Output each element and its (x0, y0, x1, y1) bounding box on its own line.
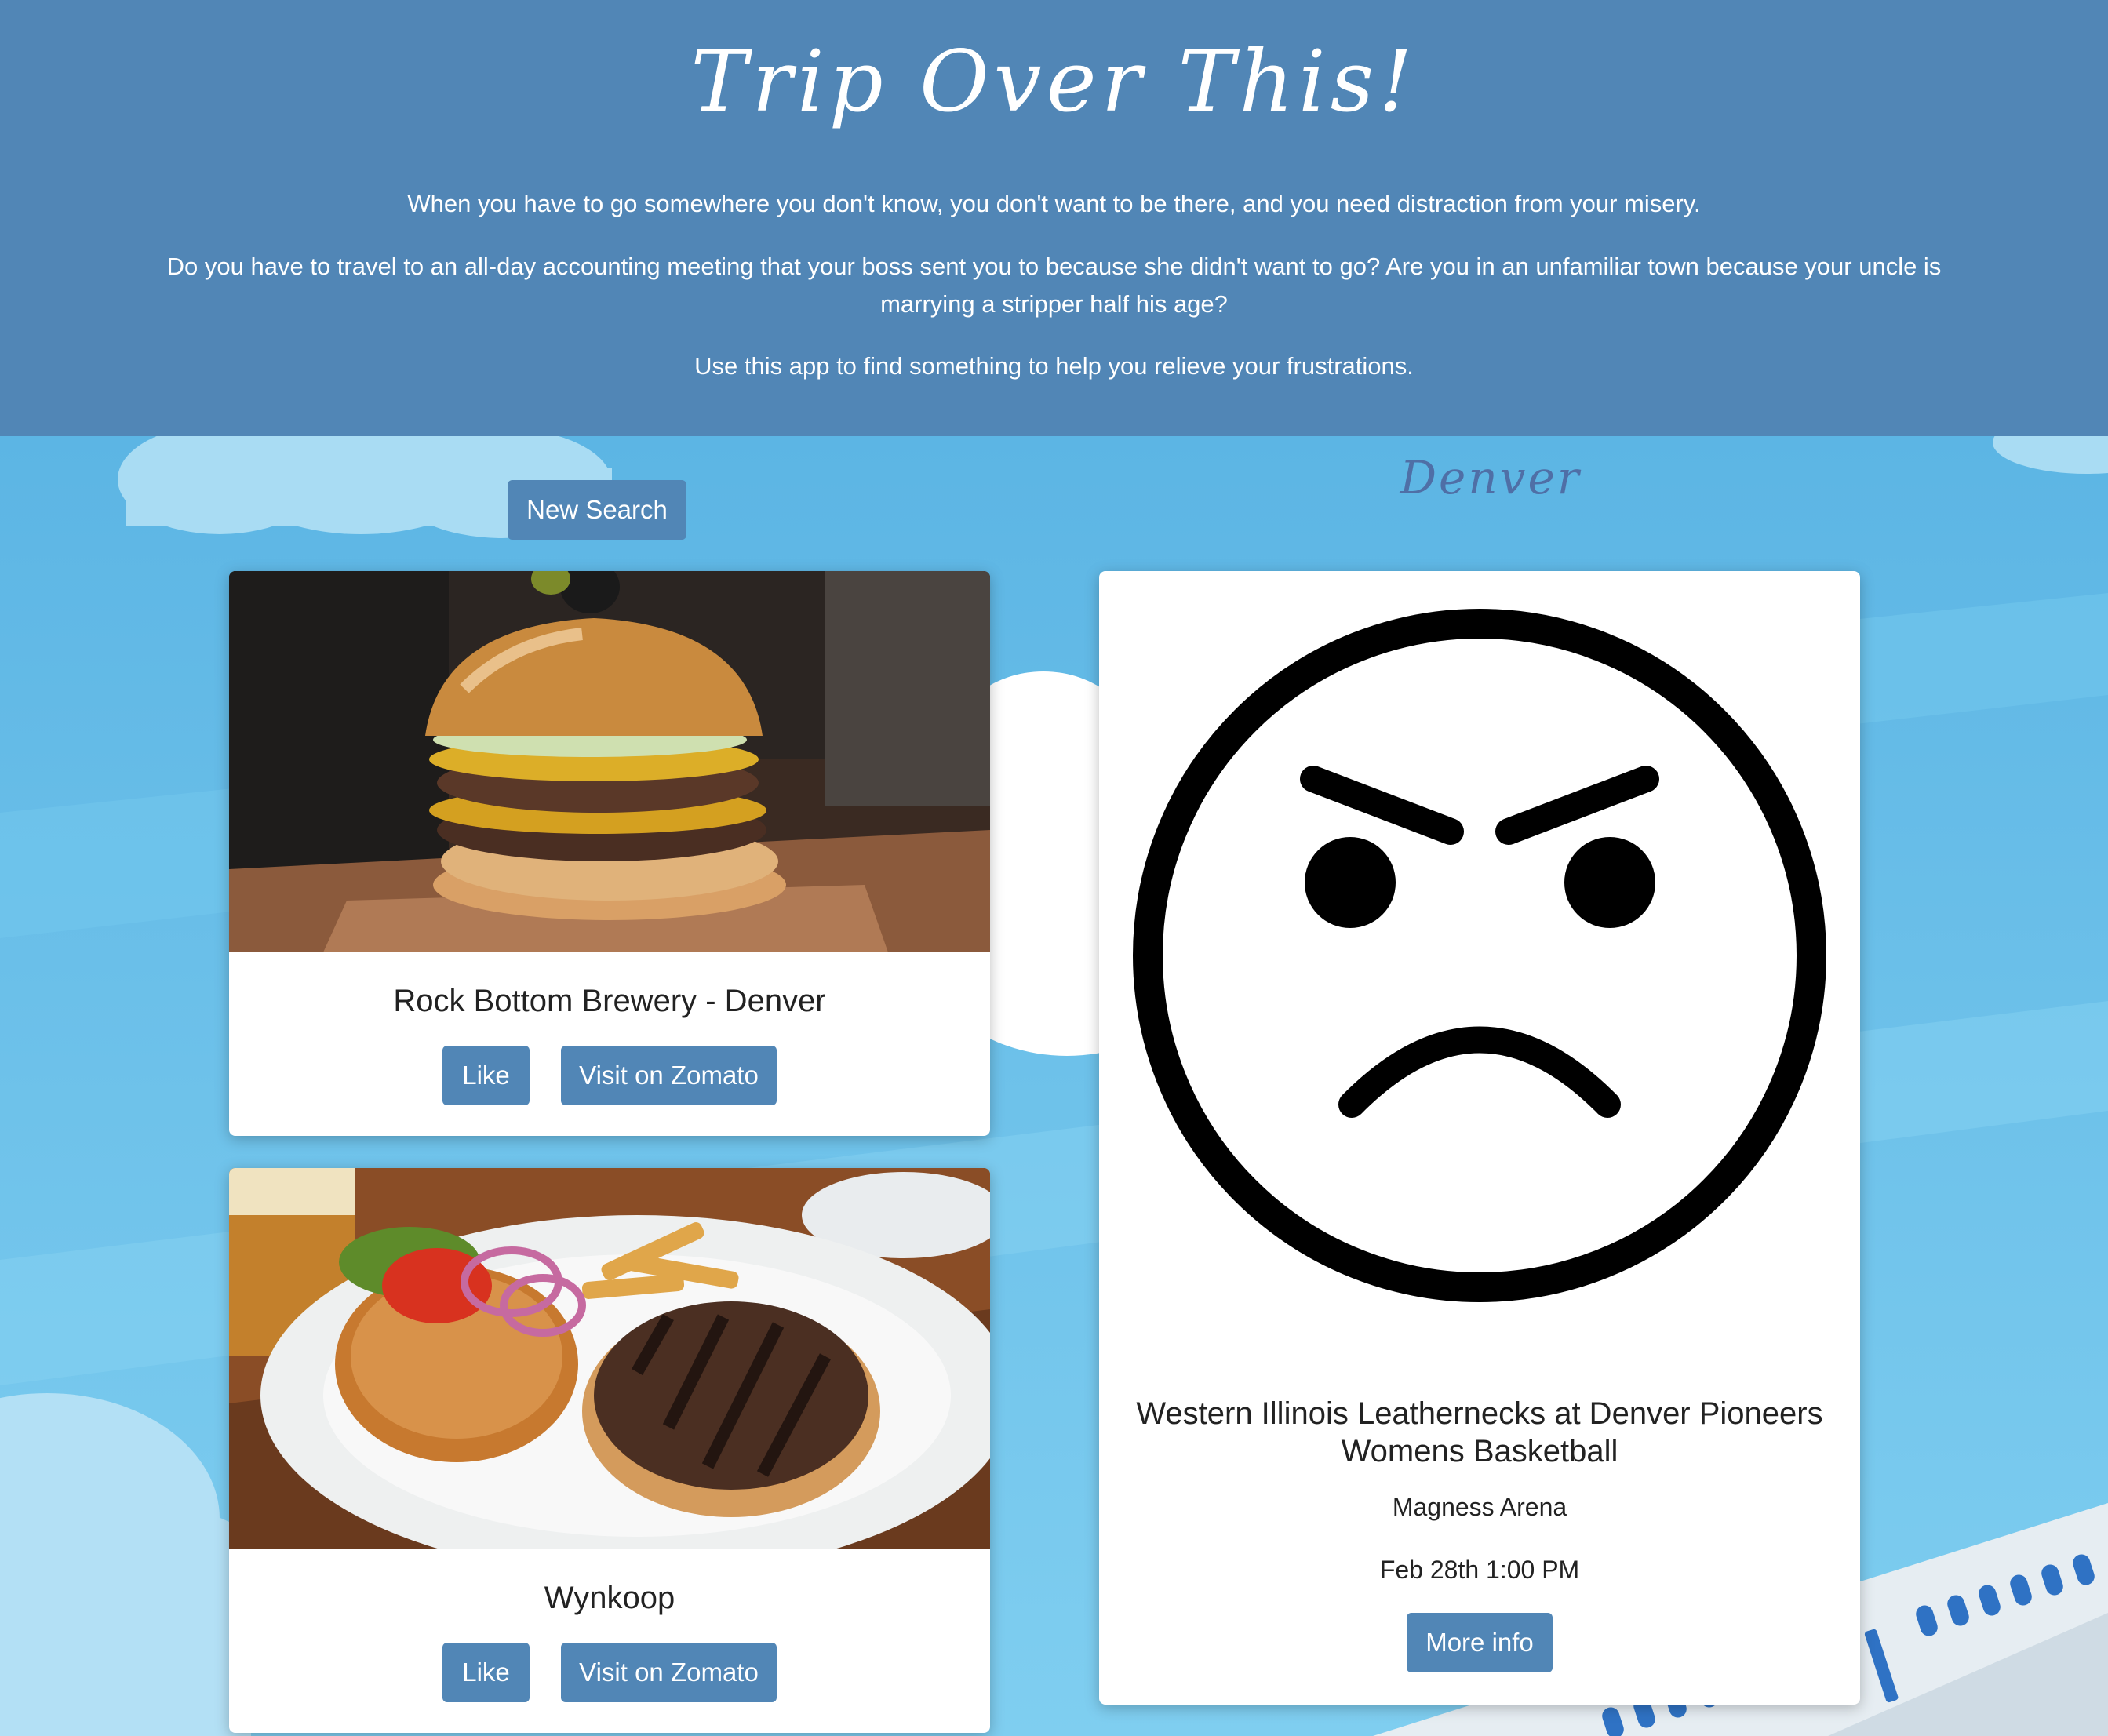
event-card: Western Illinois Leathernecks at Denver … (1099, 571, 1860, 1705)
restaurant-name: Rock Bottom Brewery - Denver (393, 984, 826, 1018)
angry-face-icon (1133, 609, 1826, 1302)
restaurant-photo-burger-plate (229, 1168, 990, 1549)
new-search-button[interactable]: New Search (508, 480, 686, 540)
question-text: Do you have to travel to an all-day acco… (166, 253, 1942, 318)
restaurant-photo-burger (229, 571, 990, 952)
site-title: Trip Over This! (690, 33, 1418, 131)
restaurant-name: Wynkoop (544, 1581, 675, 1615)
call-to-action-text: Use this app to find something to help y… (694, 352, 1414, 380)
restaurant-card: Wynkoop Like Visit on Zomato (229, 1168, 990, 1733)
more-info-button[interactable]: More info (1407, 1613, 1553, 1672)
visit-on-zomato-button[interactable]: Visit on Zomato (561, 1643, 777, 1702)
visit-on-zomato-button[interactable]: Visit on Zomato (561, 1046, 777, 1105)
like-button[interactable]: Like (442, 1046, 530, 1105)
intro-text: When you have to go somewhere you don't … (407, 190, 1701, 217)
event-datetime: Feb 28th 1:00 PM (1379, 1556, 1580, 1584)
event-venue: Magness Arena (1392, 1493, 1567, 1521)
city-label: Denver (1400, 451, 1582, 504)
event-title: Western Illinois Leathernecks at Denver … (1136, 1396, 1823, 1469)
site-header: Trip Over This! When you have to go some… (0, 0, 2108, 436)
restaurant-card: Rock Bottom Brewery - Denver Like Visit … (229, 571, 990, 1136)
like-button[interactable]: Like (442, 1643, 530, 1702)
